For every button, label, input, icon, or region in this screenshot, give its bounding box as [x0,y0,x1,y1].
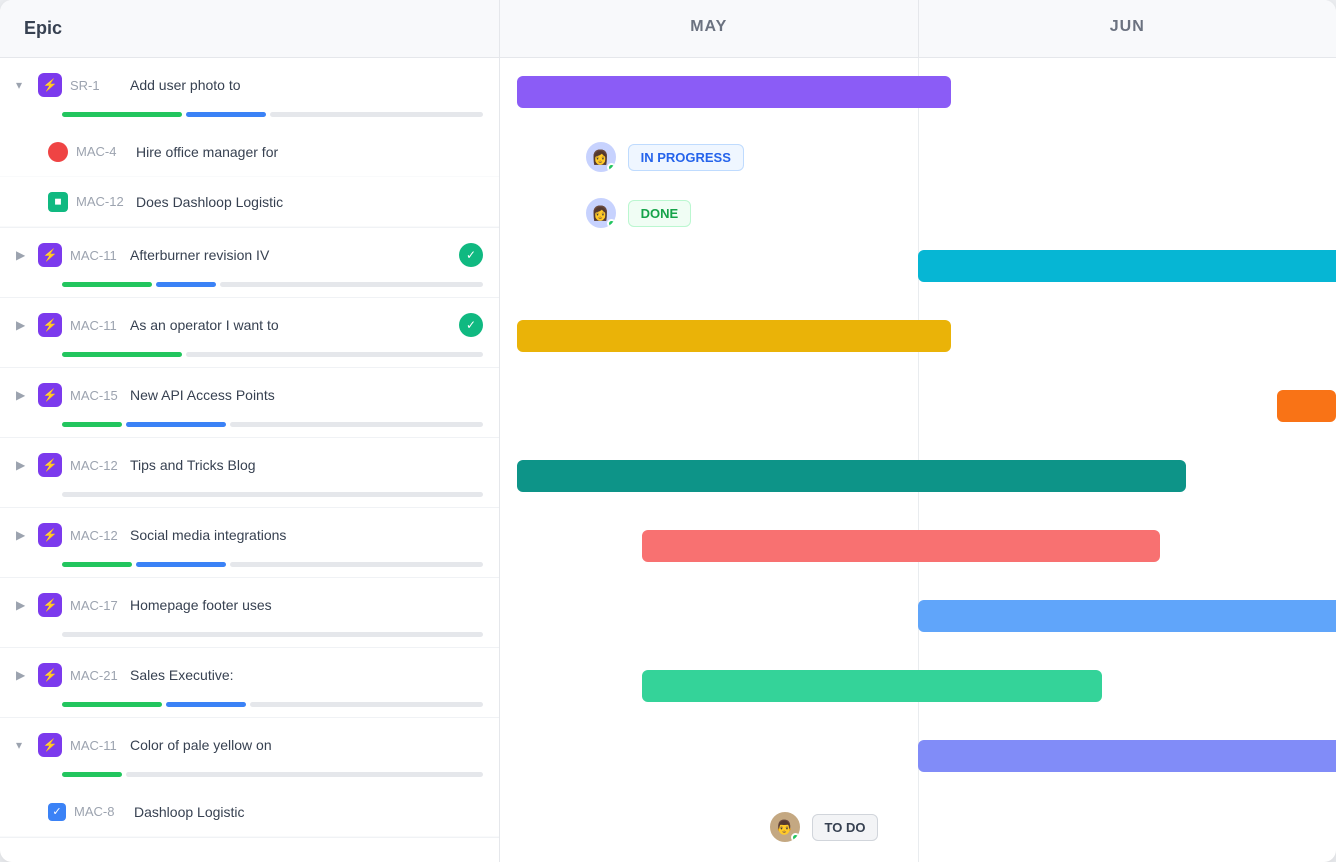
expand-icon-mac11c[interactable]: ▾ [16,738,30,752]
progress-mac11b [0,352,499,367]
badge-mac11a: ⚡ [38,243,62,267]
progress-mac21 [0,702,499,717]
expand-icon-sr1[interactable]: ▾ [16,78,30,92]
title-mac12-does: Does Dashloop Logistic [136,194,483,210]
badge-mac4 [48,142,68,162]
title-mac12b: Social media integrations [130,527,483,543]
bar-mac11b [517,320,952,352]
title-mac8: Dashloop Logistic [134,804,483,820]
progress-mac12b [0,562,499,577]
title-mac12a: Tips and Tricks Blog [130,457,483,473]
expand-icon-mac11b[interactable]: ▶ [16,318,30,332]
badge-mac11c: ⚡ [38,733,62,757]
epic-row-mac11b: ▶ ⚡ MAC-11 As an operator I want to ✓ [0,298,499,368]
bar-mac15 [1277,390,1336,422]
gantt-area: 👩 IN PROGRESS 👩 DONE [500,58,1336,862]
ticket-mac21: MAC-21 [70,668,122,683]
header-month-jun: JUN [919,0,1336,57]
progress-mac17 [0,632,499,647]
badge-mac15: ⚡ [38,383,62,407]
ticket-sr1: SR-1 [70,78,122,93]
epic-row-mac15: ▶ ⚡ MAC-15 New API Access Points [0,368,499,438]
app-container: Epic MAY JUN ▾ ⚡ SR-1 Add user photo to [0,0,1336,862]
bar-mac12-does: 👩 DONE [584,196,692,230]
header-month-may: MAY [500,0,919,57]
bar-mac11c [918,740,1336,772]
content-area: ▾ ⚡ SR-1 Add user photo to MAC-4 Hire of… [0,58,1336,862]
header-epic: Epic [0,0,500,57]
expand-icon-mac11a[interactable]: ▶ [16,248,30,262]
ticket-mac11c: MAC-11 [70,738,122,753]
bar-mac11a [918,250,1336,282]
status-mac12-does: DONE [628,200,692,227]
bar-mac8: 👨 TO DO [768,810,879,844]
expand-icon-mac15[interactable]: ▶ [16,388,30,402]
title-mac21: Sales Executive: [130,667,483,683]
ticket-mac11b: MAC-11 [70,318,122,333]
bar-mac21 [642,670,1102,702]
sub-row-mac4: MAC-4 Hire office manager for [0,127,499,177]
epic-row-mac11c: ▾ ⚡ MAC-11 Color of pale yellow on ✓ MAC… [0,718,499,838]
progress-mac15 [0,422,499,437]
ticket-mac12-does: MAC-12 [76,194,128,209]
check-mac11a: ✓ [459,243,483,267]
avatar-mac4: 👩 [584,140,618,174]
check-mac11b: ✓ [459,313,483,337]
status-mac4: IN PROGRESS [628,144,744,171]
progress-sr1 [0,112,499,127]
ticket-mac15: MAC-15 [70,388,122,403]
avatar-mac8: 👨 [768,810,802,844]
epic-row-mac12b: ▶ ⚡ MAC-12 Social media integrations [0,508,499,578]
ticket-mac12b: MAC-12 [70,528,122,543]
expand-icon-mac17[interactable]: ▶ [16,598,30,612]
bar-mac17 [918,600,1336,632]
badge-mac12b: ⚡ [38,523,62,547]
epic-row-mac21: ▶ ⚡ MAC-21 Sales Executive: [0,648,499,718]
sub-row-mac12-does: ◼ MAC-12 Does Dashloop Logistic [0,177,499,227]
epic-column: ▾ ⚡ SR-1 Add user photo to MAC-4 Hire of… [0,58,500,862]
badge-sr1: ⚡ [38,73,62,97]
title-mac17: Homepage footer uses [130,597,483,613]
expand-icon-mac12b[interactable]: ▶ [16,528,30,542]
ticket-mac8: MAC-8 [74,804,126,819]
checkbox-mac8: ✓ [48,803,66,821]
expand-icon-mac21[interactable]: ▶ [16,668,30,682]
progress-gray-sr1 [270,112,483,117]
badge-mac17: ⚡ [38,593,62,617]
title-mac4: Hire office manager for [136,144,483,160]
progress-mac11c [0,772,499,787]
badge-mac12-does: ◼ [48,192,68,212]
status-mac8: TO DO [812,814,879,841]
bar-mac12a [517,460,1186,492]
badge-mac11b: ⚡ [38,313,62,337]
badge-mac21: ⚡ [38,663,62,687]
ticket-mac12a: MAC-12 [70,458,122,473]
progress-blue-sr1 [186,112,266,117]
ticket-mac11a: MAC-11 [70,248,122,263]
epic-row-mac12a: ▶ ⚡ MAC-12 Tips and Tricks Blog [0,438,499,508]
title-mac11a: Afterburner revision IV [130,247,451,263]
badge-mac12a: ⚡ [38,453,62,477]
title-mac11b: As an operator I want to [130,317,451,333]
expand-icon-mac12a[interactable]: ▶ [16,458,30,472]
progress-mac11a [0,282,499,297]
bar-mac12b [642,530,1160,562]
bar-mac4: 👩 IN PROGRESS [584,140,744,174]
title-mac15: New API Access Points [130,387,483,403]
sub-row-mac8: ✓ MAC-8 Dashloop Logistic [0,787,499,837]
lightning-icon: ⚡ [43,78,58,92]
header-row: Epic MAY JUN [0,0,1336,58]
title-sr1: Add user photo to [130,77,483,93]
ticket-mac17: MAC-17 [70,598,122,613]
title-mac11c: Color of pale yellow on [130,737,483,753]
progress-mac12a [0,492,499,507]
progress-green-sr1 [62,112,182,117]
epic-row-mac11a: ▶ ⚡ MAC-11 Afterburner revision IV ✓ [0,228,499,298]
ticket-mac4: MAC-4 [76,144,128,159]
epic-row-sr1: ▾ ⚡ SR-1 Add user photo to MAC-4 Hire of… [0,58,499,228]
bar-sr1 [517,76,952,108]
epic-row-mac17: ▶ ⚡ MAC-17 Homepage footer uses [0,578,499,648]
avatar-mac12-does: 👩 [584,196,618,230]
